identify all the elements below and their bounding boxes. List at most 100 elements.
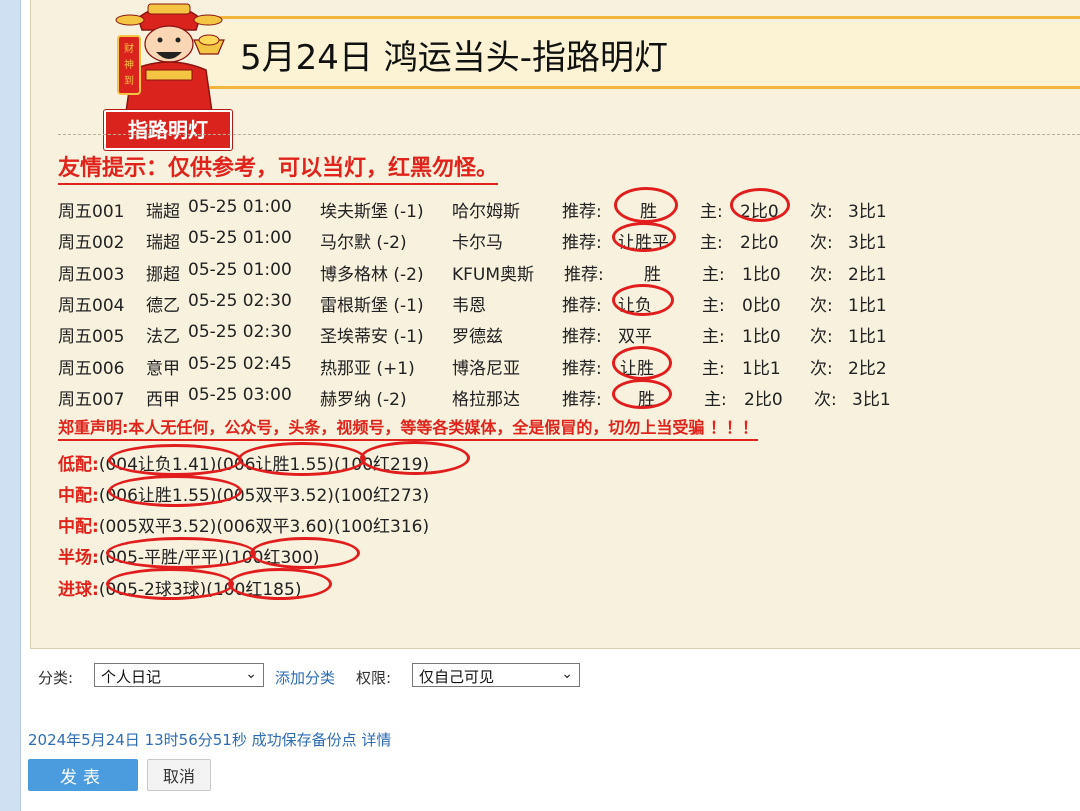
category-select[interactable]: 个人日记 ⌄ xyxy=(94,663,264,687)
match-time: 05-25 02:30 xyxy=(188,322,292,342)
publish-button[interactable]: 发表 xyxy=(28,759,138,791)
match-time: 05-25 02:45 xyxy=(188,354,292,374)
match-league: 德乙 xyxy=(146,296,180,316)
match-home: 埃夫斯堡 (-1) xyxy=(320,202,424,222)
match-away: 博洛尼亚 xyxy=(452,359,520,379)
combo-label: 半场: xyxy=(58,548,99,568)
recommend-label: 推荐: xyxy=(562,296,602,316)
highlight-circle xyxy=(612,379,672,409)
main-score-label: 主: xyxy=(702,359,725,379)
sub-score-value: 1比1 xyxy=(848,327,887,347)
highlight-circle xyxy=(238,442,366,476)
match-league: 瑞超 xyxy=(146,202,180,222)
sub-score-label: 次: xyxy=(814,390,837,410)
highlight-circle xyxy=(108,475,242,507)
cancel-button[interactable]: 取消 xyxy=(147,759,211,791)
match-id: 周五007 xyxy=(58,390,125,410)
match-away: KFUM奥斯 xyxy=(452,265,535,285)
dashed-divider xyxy=(58,134,1080,135)
guide-badge: 指路明灯 xyxy=(104,110,232,150)
highlight-circle xyxy=(612,222,676,252)
match-id: 周五002 xyxy=(58,233,125,253)
match-home: 博多格林 (-2) xyxy=(320,265,424,285)
match-time: 05-25 02:30 xyxy=(188,291,292,311)
main-score-value: 1比1 xyxy=(742,359,781,379)
mascot-scroll-char-3: 到 xyxy=(124,75,134,87)
highlight-circle xyxy=(250,537,360,569)
page-title: 5月24日 鸿运当头-指路明灯 xyxy=(240,38,668,78)
permission-select-value: 仅自己可见 xyxy=(419,668,495,686)
add-category-link[interactable]: 添加分类 xyxy=(275,667,335,688)
combo-label: 中配: xyxy=(58,486,99,506)
sub-score-value: 1比1 xyxy=(848,296,887,316)
match-id: 周五003 xyxy=(58,265,125,285)
sub-score-value: 3比1 xyxy=(852,390,891,410)
match-id: 周五001 xyxy=(58,202,125,222)
chevron-down-icon: ⌄ xyxy=(245,666,257,682)
main-score-label: 主: xyxy=(704,390,727,410)
combo-label: 进球: xyxy=(58,580,99,600)
main-score-value: 2比0 xyxy=(740,233,779,253)
main-score-value: 0比0 xyxy=(742,296,781,316)
recommend-label: 推荐: xyxy=(562,233,602,253)
match-away: 韦恩 xyxy=(452,296,486,316)
match-id: 周五004 xyxy=(58,296,125,316)
match-away: 罗德兹 xyxy=(452,327,503,347)
details-link[interactable]: 详情 xyxy=(361,731,391,749)
main-score-value: 2比0 xyxy=(744,390,783,410)
highlight-circle xyxy=(612,284,674,316)
highlight-circle xyxy=(228,568,332,600)
match-away: 格拉那达 xyxy=(452,390,520,410)
permission-label: 权限: xyxy=(356,669,392,687)
main-score-value: 1比0 xyxy=(742,265,781,285)
highlight-circle xyxy=(360,441,470,475)
match-league: 法乙 xyxy=(146,327,180,347)
main-score-label: 主: xyxy=(702,296,725,316)
match-id: 周五005 xyxy=(58,327,125,347)
match-home: 热那亚 (+1) xyxy=(320,359,415,379)
highlight-circle xyxy=(106,537,256,569)
mascot-scroll-char-2: 神 xyxy=(124,58,134,71)
combo-text: (005双平3.52)(006双平3.60)(100红316) xyxy=(98,517,430,537)
sub-score-label: 次: xyxy=(810,327,833,347)
match-home: 圣埃蒂安 (-1) xyxy=(320,327,424,347)
title-top-line xyxy=(200,16,1080,19)
sub-score-label: 次: xyxy=(810,359,833,379)
main-score-label: 主: xyxy=(700,202,723,222)
main-score-label: 主: xyxy=(702,265,725,285)
recommend-label: 推荐: xyxy=(564,265,604,285)
sub-score-label: 次: xyxy=(810,265,833,285)
category-label: 分类: xyxy=(38,669,74,687)
combo-label: 低配: xyxy=(58,455,99,475)
highlight-circle xyxy=(612,346,672,380)
disclaimer-notice: 郑重声明:本人无任何，公众号，头条，视频号，等等各类媒体，全是假冒的，切勿上当受… xyxy=(58,417,758,441)
left-rail xyxy=(0,0,21,811)
match-away: 卡尔马 xyxy=(452,233,503,253)
save-status-text: 2024年5月24日 13时56分51秒 成功保存备份点 xyxy=(28,731,357,749)
sub-score-value: 3比1 xyxy=(848,202,887,222)
match-home: 赫罗纳 (-2) xyxy=(320,390,407,410)
friendly-tip: 友情提示：仅供参考，可以当灯，红黑勿怪。 xyxy=(58,155,499,185)
permission-select[interactable]: 仅自己可见 ⌄ xyxy=(412,663,580,687)
sub-score-label: 次: xyxy=(810,202,833,222)
recommend-label: 推荐: xyxy=(562,327,602,347)
highlight-circle xyxy=(730,188,790,222)
sub-score-value: 2比2 xyxy=(848,359,887,379)
match-home: 雷根斯堡 (-1) xyxy=(320,296,424,316)
match-time: 05-25 01:00 xyxy=(188,197,292,217)
main-score-label: 主: xyxy=(700,233,723,253)
highlight-circle xyxy=(614,187,678,223)
match-league: 意甲 xyxy=(146,359,180,379)
save-status: 2024年5月24日 13时56分51秒 成功保存备份点 详情 xyxy=(28,729,391,750)
main-score-label: 主: xyxy=(702,327,725,347)
match-home: 马尔默 (-2) xyxy=(320,233,407,253)
sub-score-value: 2比1 xyxy=(848,265,887,285)
match-league: 挪超 xyxy=(146,265,180,285)
match-time: 05-25 01:00 xyxy=(188,228,292,248)
combo-row: 中配:(005双平3.52)(006双平3.60)(100红316) xyxy=(58,512,430,537)
recommend-label: 推荐: xyxy=(562,359,602,379)
sub-score-label: 次: xyxy=(810,233,833,253)
recommend-value: 双平 xyxy=(618,327,652,347)
chevron-down-icon: ⌄ xyxy=(561,666,573,682)
match-time: 05-25 03:00 xyxy=(188,385,292,405)
